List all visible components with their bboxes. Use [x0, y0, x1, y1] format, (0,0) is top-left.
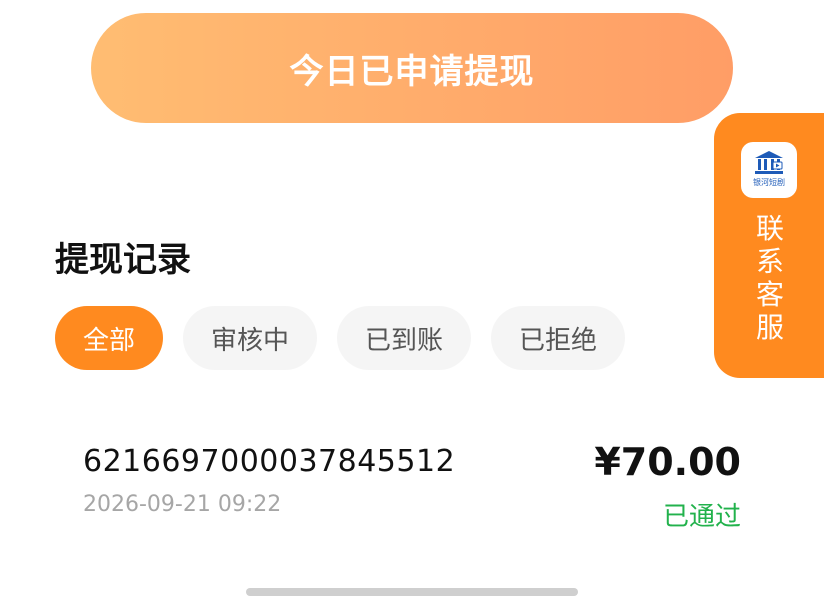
- home-indicator[interactable]: [246, 588, 578, 596]
- contact-service-label[interactable]: 联系客服: [746, 212, 794, 344]
- record-status-badge: 已通过: [662, 502, 741, 532]
- record-timestamp: 2026-09-21 09:22: [83, 492, 282, 517]
- withdraw-record-item[interactable]: 6216697000037845512 2026-09-21 09:22 ¥70…: [83, 440, 741, 540]
- record-account-number: 6216697000037845512: [83, 444, 456, 479]
- section-title: 提现记录: [55, 240, 191, 280]
- filter-tab-all[interactable]: 全部: [55, 306, 164, 370]
- filter-tab-received[interactable]: 已到账: [337, 306, 472, 370]
- record-amount: ¥70.00: [594, 440, 741, 484]
- apply-withdraw-button[interactable]: 今日已申请提现: [91, 13, 733, 123]
- filter-tabs: 全部 审核中 已到账 已拒绝: [55, 306, 645, 370]
- app-logo: 银河短剧: [741, 142, 797, 198]
- apply-withdraw-label: 今日已申请提现: [289, 51, 535, 92]
- bank-building-icon: [755, 151, 783, 174]
- app-logo-text: 银河短剧: [753, 178, 785, 187]
- filter-tab-rejected[interactable]: 已拒绝: [491, 306, 626, 370]
- filter-tab-reviewing[interactable]: 审核中: [183, 306, 318, 370]
